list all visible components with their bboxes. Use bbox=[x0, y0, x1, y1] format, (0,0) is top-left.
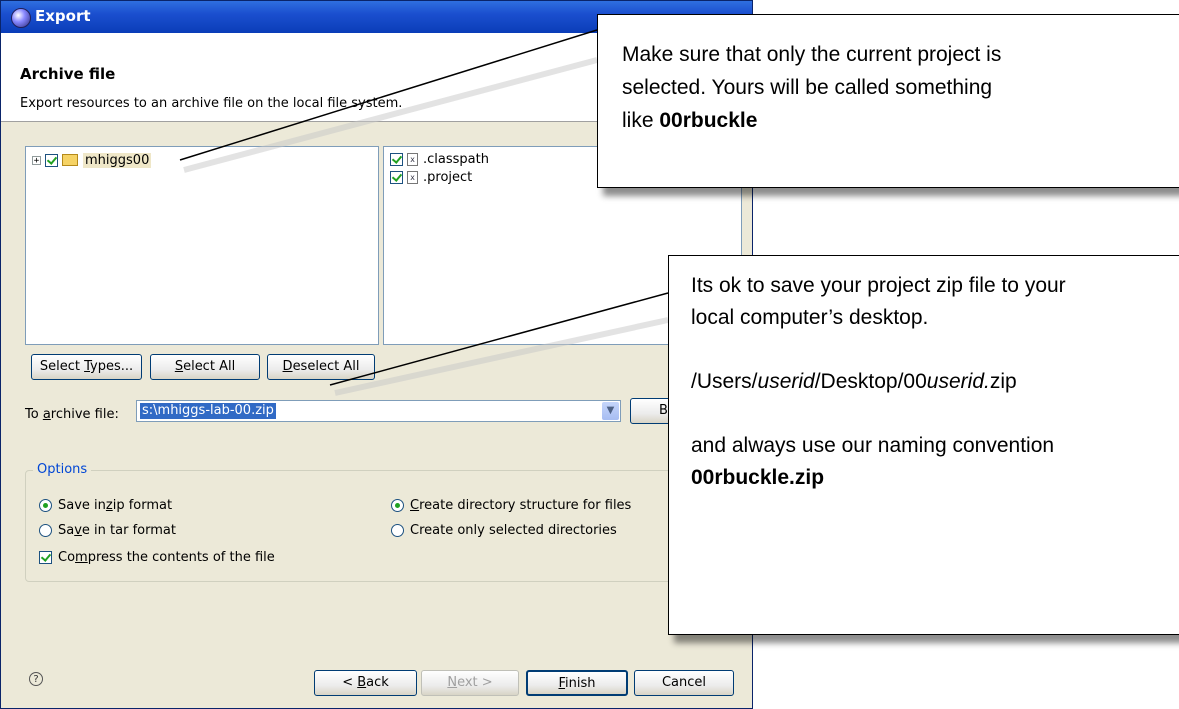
eclipse-icon bbox=[11, 8, 31, 28]
tree-item-project[interactable]: + mhiggs00 bbox=[32, 151, 152, 169]
tree-item-label: mhiggs00 bbox=[83, 152, 152, 168]
save-zip-radio[interactable]: Save in z ip format bbox=[39, 498, 172, 513]
archive-file-input[interactable]: s:\mhiggs-lab-00.zip bbox=[140, 403, 276, 419]
finish-button[interactable]: Finish bbox=[526, 670, 628, 696]
save-tar-radio[interactable]: Sa v e in tar format bbox=[39, 523, 176, 538]
xml-file-icon: x bbox=[407, 170, 418, 184]
select-types-button[interactable]: Select Types... bbox=[31, 354, 142, 380]
select-all-button[interactable]: Select All bbox=[150, 354, 260, 380]
list-item[interactable]: x .project bbox=[390, 168, 472, 186]
window-title: Export bbox=[35, 7, 91, 25]
back-button[interactable]: < Back bbox=[314, 670, 417, 696]
annotation-callout-project: Make sure that only the current project … bbox=[597, 14, 1179, 188]
expand-icon[interactable]: + bbox=[32, 155, 41, 165]
deselect-all-button[interactable]: Deselect All bbox=[267, 354, 375, 380]
radio-indicator[interactable] bbox=[39, 499, 52, 512]
list-item[interactable]: x .classpath bbox=[390, 150, 489, 168]
radio-indicator[interactable] bbox=[391, 524, 404, 537]
page-title: Archive file bbox=[20, 65, 116, 83]
help-icon[interactable]: ? bbox=[29, 672, 43, 686]
create-directory-radio[interactable]: Create directory structure for files bbox=[391, 498, 631, 513]
file-checkbox[interactable] bbox=[390, 152, 403, 166]
list-item-label: .project bbox=[423, 169, 473, 185]
radio-indicator[interactable] bbox=[391, 499, 404, 512]
chevron-down-icon[interactable]: ▼ bbox=[602, 402, 619, 420]
project-checkbox[interactable] bbox=[45, 153, 58, 167]
annotation-callout-save-location: Its ok to save your project zip file to … bbox=[668, 255, 1179, 635]
archive-file-label: To archive file: bbox=[25, 407, 119, 422]
xml-file-icon: x bbox=[407, 152, 418, 166]
cancel-button[interactable]: Cancel bbox=[634, 670, 734, 696]
folder-icon bbox=[62, 154, 78, 166]
create-selected-radio[interactable]: Create only selected directories bbox=[391, 523, 617, 538]
page-description: Export resources to an archive file on t… bbox=[20, 96, 403, 111]
archive-file-combo[interactable]: s:\mhiggs-lab-00.zip ▼ bbox=[136, 400, 621, 422]
compress-checkbox[interactable]: Co m press the contents of the file bbox=[39, 550, 275, 565]
checkbox-indicator[interactable] bbox=[39, 551, 52, 564]
project-tree[interactable]: + mhiggs00 bbox=[25, 146, 379, 345]
file-checkbox[interactable] bbox=[390, 170, 403, 184]
radio-indicator[interactable] bbox=[39, 524, 52, 537]
list-item-label: .classpath bbox=[423, 151, 489, 167]
next-button[interactable]: Next > bbox=[421, 670, 519, 696]
options-legend: Options bbox=[33, 462, 92, 477]
